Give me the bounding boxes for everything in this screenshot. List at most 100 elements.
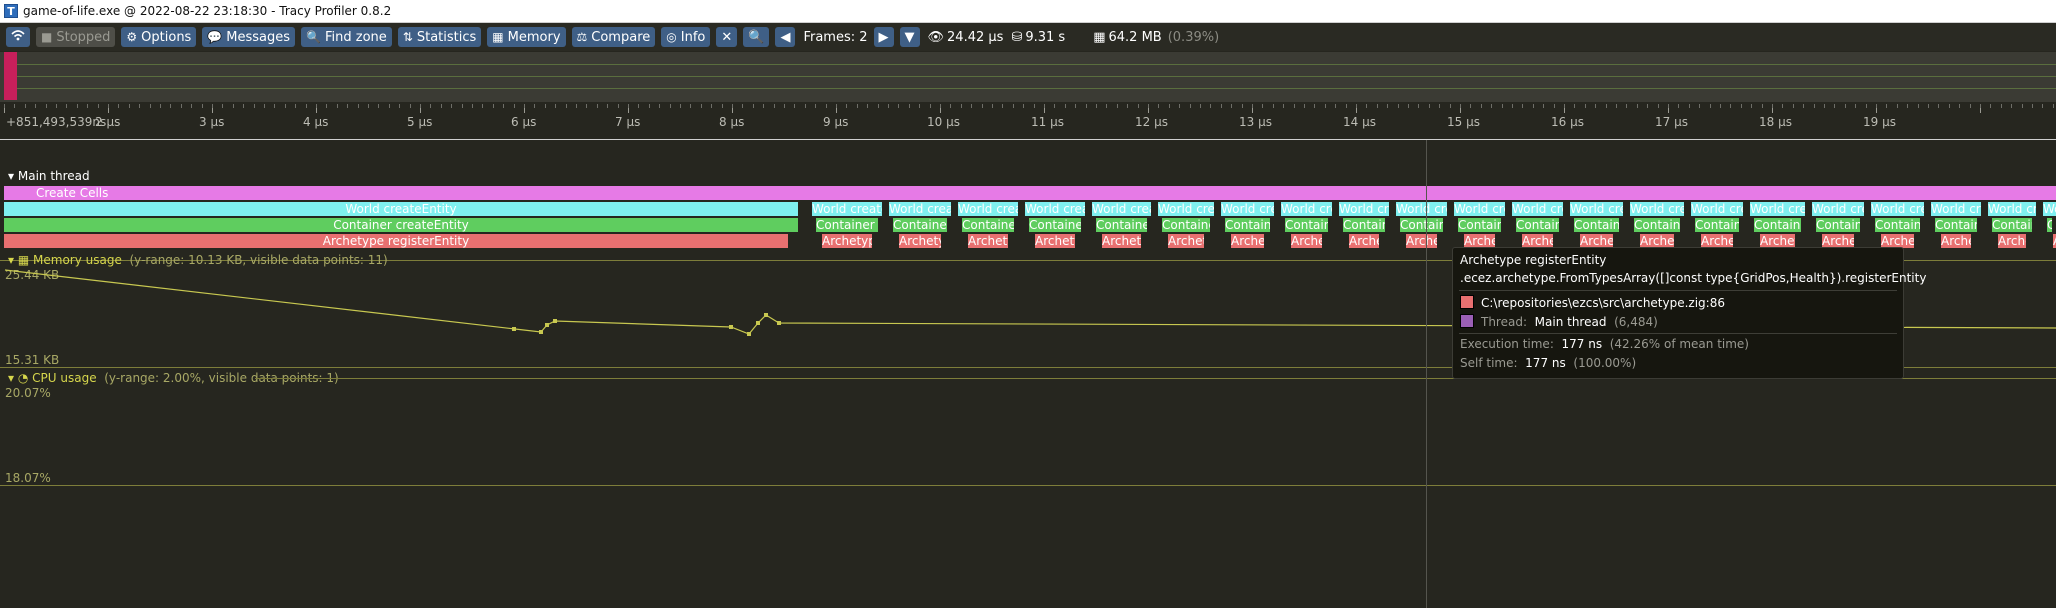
zone-archetype-register-entity[interactable]: Archetype registerEntity <box>1822 234 1854 248</box>
ruler-tick-label: 8 μs <box>719 115 745 129</box>
zone-world-create-entity[interactable]: World createEntity <box>1812 202 1864 216</box>
zone-archetype-register-entity[interactable]: Archetype registerEntity <box>1760 234 1795 248</box>
frames-dropdown-button[interactable]: ▼ <box>899 27 920 47</box>
main-thread-header[interactable]: ▾ Main thread <box>8 169 90 183</box>
ruler-minor-tick <box>233 104 234 108</box>
zone-world-create-entity[interactable]: World createEntity <box>1092 202 1151 216</box>
ruler-minor-tick <box>1918 104 1919 108</box>
zone-archetype-register-entity[interactable]: Archetype registerEntity <box>1580 234 1613 248</box>
zone-archetype-register-entity[interactable]: Archetype registerEntity <box>1406 234 1437 248</box>
zone-world-create-entity[interactable]: World createEntity <box>1750 202 1805 216</box>
zone-archetype-register-entity[interactable]: Archetype registerEntity <box>1640 234 1674 248</box>
zone-world-create-entity[interactable]: World createEntity <box>1339 202 1389 216</box>
zone-world-create-entity[interactable]: World createEntity <box>1570 202 1623 216</box>
ruler-minor-tick <box>586 104 587 108</box>
zone-container-create-entity[interactable]: Container createEntity <box>1816 218 1860 232</box>
ruler-minor-tick <box>1533 104 1534 108</box>
zone-archetype-register-entity[interactable]: Archetype registerEntity <box>822 234 872 248</box>
ruler-minor-tick <box>2022 104 2023 108</box>
zone-world-create-entity[interactable]: World createEntity <box>1871 202 1924 216</box>
zone-container-create-entity[interactable]: Container createEntity <box>1516 218 1559 232</box>
zone-container-create-entity[interactable]: Container createEntity <box>1029 218 1081 232</box>
messages-button[interactable]: 💬 Messages <box>202 27 296 47</box>
zone-world-create-entity[interactable]: World createEntity <box>2043 202 2056 216</box>
info-button[interactable]: ◎ Info <box>661 27 711 47</box>
connection-button[interactable] <box>6 27 30 47</box>
zone-container-create-entity[interactable]: Container createEntity <box>1695 218 1739 232</box>
zone-container-create-entity[interactable]: Container createEntity <box>1992 218 2032 232</box>
zone-archetype-register-entity[interactable]: Archetype registerEntity <box>1035 234 1075 248</box>
zone-archetype-register-entity[interactable]: Archetype registerEntity <box>1102 234 1141 248</box>
options-button[interactable]: ⚙ Options <box>121 27 197 47</box>
frame-marker[interactable] <box>4 52 17 100</box>
memory-button[interactable]: ▦ Memory <box>487 27 566 47</box>
zone-container-create-entity[interactable]: Container createEntity <box>1634 218 1680 232</box>
zone-archetype-register-entity[interactable]: Archetype registerEntity <box>1522 234 1553 248</box>
zone-world-create-entity[interactable]: World createEntity <box>1630 202 1684 216</box>
zone-container-create-entity[interactable]: Container createEntity <box>816 218 878 232</box>
zone-world-create-entity[interactable]: World createEntity <box>889 202 951 216</box>
tools-button[interactable]: ✕ <box>716 27 738 47</box>
ruler-minor-tick <box>368 104 369 108</box>
zone-container-create-entity[interactable]: Container createEntity <box>1225 218 1270 232</box>
zone-archetype-register-entity[interactable]: Archetype registerEntity <box>1941 234 1971 248</box>
prev-frame-button[interactable]: ◀ <box>775 27 796 47</box>
zone-archetype-register-entity[interactable]: Archetype registerEntity <box>4 234 788 248</box>
zone-world-create-entity[interactable]: World createEntity <box>958 202 1018 216</box>
frames-overview[interactable] <box>0 52 2056 102</box>
zone-archetype-register-entity[interactable]: Archetype registerEntity <box>1464 234 1495 248</box>
zone-container-create-entity[interactable]: Container createEntity <box>1096 218 1147 232</box>
time-ruler[interactable]: +851,493,539ns 2 μs 3 μs 4 μs 5 μs 6 μs 7 μs 8… <box>0 104 2056 144</box>
find-zone-button[interactable]: 🔍 Find zone <box>301 27 392 47</box>
ruler-minor-tick <box>711 104 712 108</box>
zone-container-create-entity[interactable]: Container createEntity <box>1754 218 1801 232</box>
next-frame-button[interactable]: ▶ <box>873 27 894 47</box>
zone-world-create-entity[interactable]: World createEntity <box>1691 202 1743 216</box>
zone-world-create-entity[interactable]: World createEntity <box>1454 202 1505 216</box>
stopped-button[interactable]: ■ Stopped <box>36 27 116 47</box>
zone-archetype-register-entity[interactable]: Archetype registerEntity <box>1231 234 1264 248</box>
zone-container-create-entity[interactable]: Container createEntity <box>893 218 947 232</box>
zone-container-create-entity[interactable]: Container createEntity <box>1343 218 1385 232</box>
zone-world-create-entity[interactable]: World createEntity <box>1512 202 1563 216</box>
zone-archetype-register-entity[interactable]: Archetype registerEntity <box>1168 234 1204 248</box>
zone-archetype-register-entity[interactable]: Archetype registerEntity <box>1998 234 2026 248</box>
statistics-button[interactable]: ⇅ Statistics <box>397 27 482 47</box>
zone-container-create-entity[interactable]: Container createEntity <box>1875 218 1920 232</box>
balance-scale-icon: ⚖ <box>576 30 588 44</box>
zone-archetype-register-entity[interactable]: Archetype registerEntity <box>1291 234 1322 248</box>
zone-world-create-entity[interactable]: World createEntity <box>812 202 882 216</box>
zone-world-create-entity[interactable]: World createEntity <box>1396 202 1447 216</box>
zone-container-create-entity[interactable]: Container createEntity <box>4 218 798 232</box>
zone-archetype-register-entity[interactable]: Archetype registerEntity <box>899 234 941 248</box>
zone-world-create-entity[interactable]: World createEntity <box>1221 202 1274 216</box>
ruler-minor-tick <box>1762 104 1763 108</box>
zone-container-create-entity[interactable]: Container createEntity <box>962 218 1014 232</box>
zone-container-create-entity[interactable]: Container createEntity <box>1162 218 1210 232</box>
zone-archetype-register-entity[interactable]: Archetype registerEntity <box>1701 234 1733 248</box>
zone-world-create-entity[interactable]: World createEntity <box>1931 202 1981 216</box>
memory-usage-value: 64.2 MB <box>1108 29 1162 45</box>
zone-container-create-entity[interactable]: Container createEntity <box>1574 218 1619 232</box>
zone-world-create-entity[interactable]: World createEntity <box>1158 202 1214 216</box>
tooltip-thread-label: Thread: <box>1481 315 1528 329</box>
zone-container-create-entity[interactable]: Container createEntity <box>1285 218 1328 232</box>
zone-archetype-register-entity[interactable]: Archetype registerEntity <box>1881 234 1914 248</box>
zone-container-create-entity[interactable]: Container createEntity <box>2047 218 2052 232</box>
zone-container-create-entity[interactable]: Container createEntity <box>1935 218 1977 232</box>
ruler-minor-tick <box>1897 104 1898 108</box>
caret-left-icon: ◀ <box>780 29 791 45</box>
zone-container-create-entity[interactable]: Container createEntity <box>1458 218 1501 232</box>
zone-create-cells[interactable]: Create Cells <box>4 186 2056 200</box>
zone-archetype-register-entity[interactable]: Archetype registerEntity <box>1349 234 1379 248</box>
zone-world-create-entity[interactable]: World createEntity <box>1988 202 2036 216</box>
ruler-minor-tick <box>1741 104 1742 108</box>
zone-world-create-entity[interactable]: World createEntity <box>1025 202 1085 216</box>
zone-world-create-entity[interactable]: World createEntity <box>4 202 798 216</box>
compare-button[interactable]: ⚖ Compare <box>571 27 656 47</box>
zone-container-create-entity[interactable]: Container createEntity <box>1400 218 1443 232</box>
zone-archetype-register-entity[interactable]: Archetype registerEntity <box>968 234 1008 248</box>
ruler-minor-tick <box>1554 104 1555 108</box>
zoom-button[interactable]: 🔍 <box>743 27 770 47</box>
zone-world-create-entity[interactable]: World createEntity <box>1281 202 1332 216</box>
